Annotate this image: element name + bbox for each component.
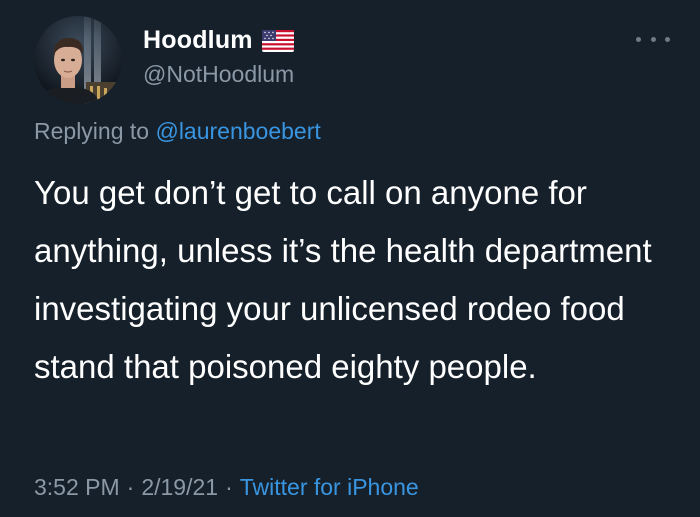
tweet-source-link[interactable]: Twitter for iPhone (240, 474, 419, 500)
more-horizontal-icon[interactable] (636, 28, 670, 50)
author-name-row: Hoodlum (143, 26, 294, 55)
tweet-card: Hoodlum @NotHoodlum Replying to @laurenb… (0, 0, 700, 517)
author-display-name[interactable]: Hoodlum (143, 26, 253, 55)
us-flag-icon (261, 29, 294, 52)
tweet-date[interactable]: 2/19/21 (141, 474, 218, 500)
replying-to-handle-link[interactable]: @laurenboebert (155, 118, 320, 144)
replying-to-label: Replying to (34, 118, 150, 144)
tweet-metadata: 3:52 PM · 2/19/21 · Twitter for iPhone (34, 474, 419, 501)
author-handle[interactable]: @NotHoodlum (143, 61, 294, 88)
profile-photo-image (34, 16, 122, 104)
replying-to-line: Replying to @laurenboebert (34, 118, 321, 145)
meta-separator: · (126, 474, 135, 500)
more-dot (650, 36, 656, 42)
tweet-text: You get don’t get to call on anyone for … (34, 174, 652, 385)
meta-separator: · (225, 474, 233, 500)
tweet-time[interactable]: 3:52 PM (34, 474, 120, 500)
avatar[interactable] (34, 16, 122, 104)
more-dot (636, 36, 641, 42)
more-dot (665, 36, 670, 42)
